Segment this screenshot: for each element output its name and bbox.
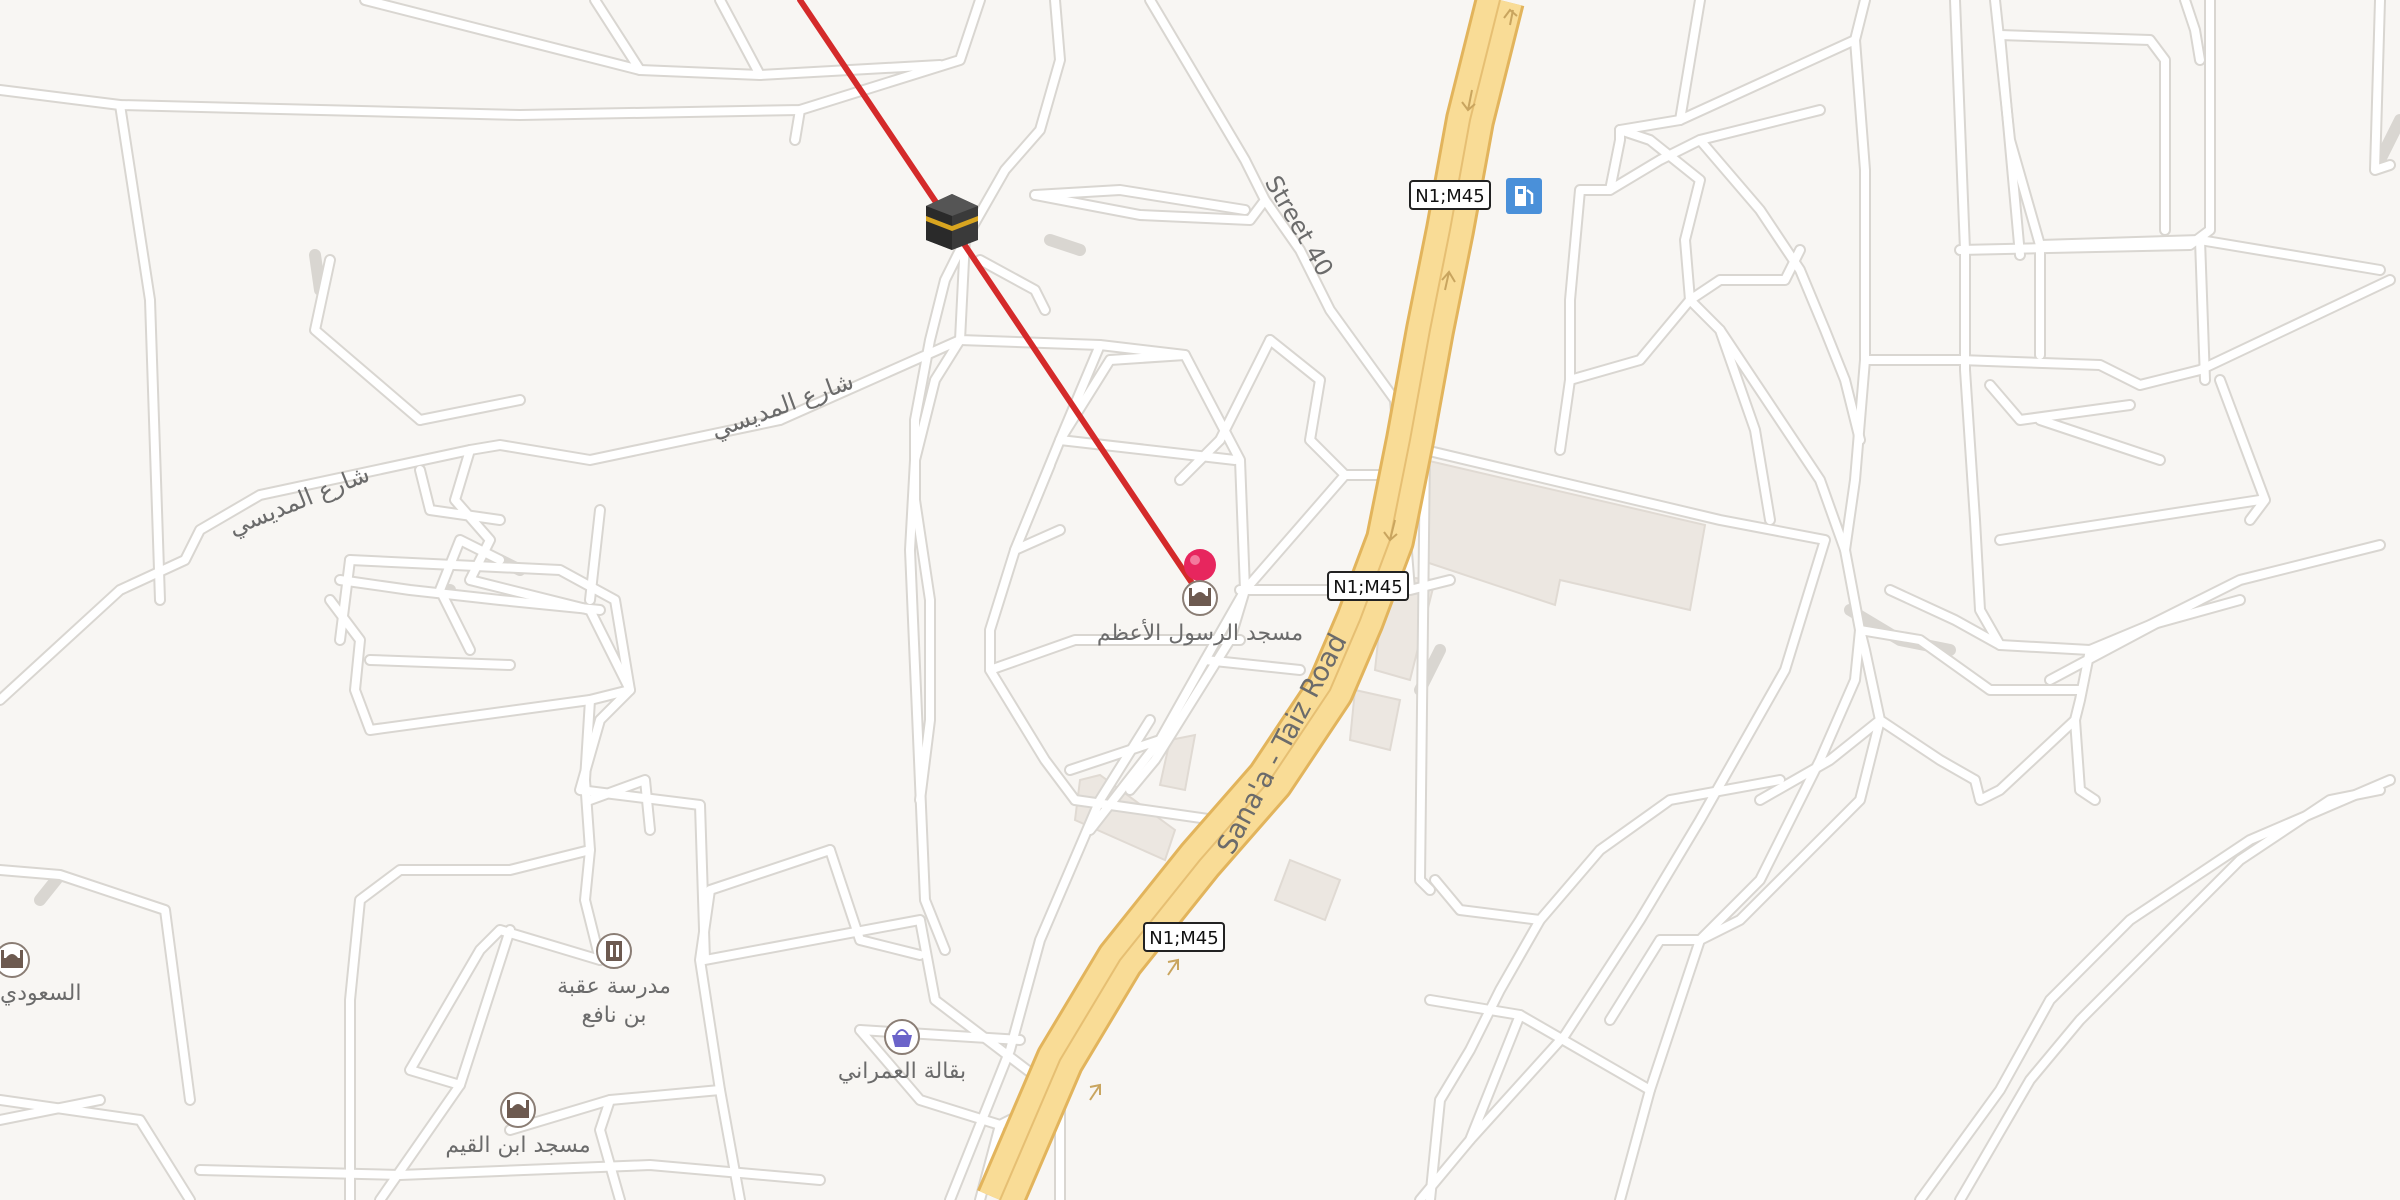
route-shield-label: N1;M45 (1149, 928, 1218, 949)
fuel-icon[interactable] (1506, 178, 1542, 214)
mosque-icon[interactable] (0, 942, 30, 978)
route-shield: N1;M45 (1327, 571, 1409, 601)
poi-label-grocery: بقالة العمراني (838, 1059, 966, 1084)
poi-label-school-line2: بن نافع (582, 1003, 647, 1028)
route-shield: N1;M45 (1409, 180, 1491, 210)
school-icon[interactable] (596, 933, 632, 969)
basket-icon[interactable] (884, 1019, 920, 1055)
map-canvas[interactable]: Sana'a - Taiz Road Street 40 شارع المديس… (0, 0, 2400, 1200)
poi-label-school-line1: مدرسة عقبة (557, 974, 671, 999)
route-shield: N1;M45 (1143, 922, 1225, 952)
mosque-icon[interactable] (1182, 580, 1218, 616)
mosque-icon[interactable] (500, 1092, 536, 1128)
route-shield-label: N1;M45 (1333, 577, 1402, 598)
route-shield-label: N1;M45 (1415, 186, 1484, 207)
poi-label-selected-mosque: مسجد الرسول الأعظم (1097, 619, 1303, 646)
poi-label-mosque-saudi: السعودي (0, 981, 81, 1006)
poi-label-mosque-ibn-qayyim: مسجد ابن القيم (445, 1133, 590, 1158)
map-view[interactable]: Sana'a - Taiz Road Street 40 شارع المديس… (0, 0, 2400, 1200)
